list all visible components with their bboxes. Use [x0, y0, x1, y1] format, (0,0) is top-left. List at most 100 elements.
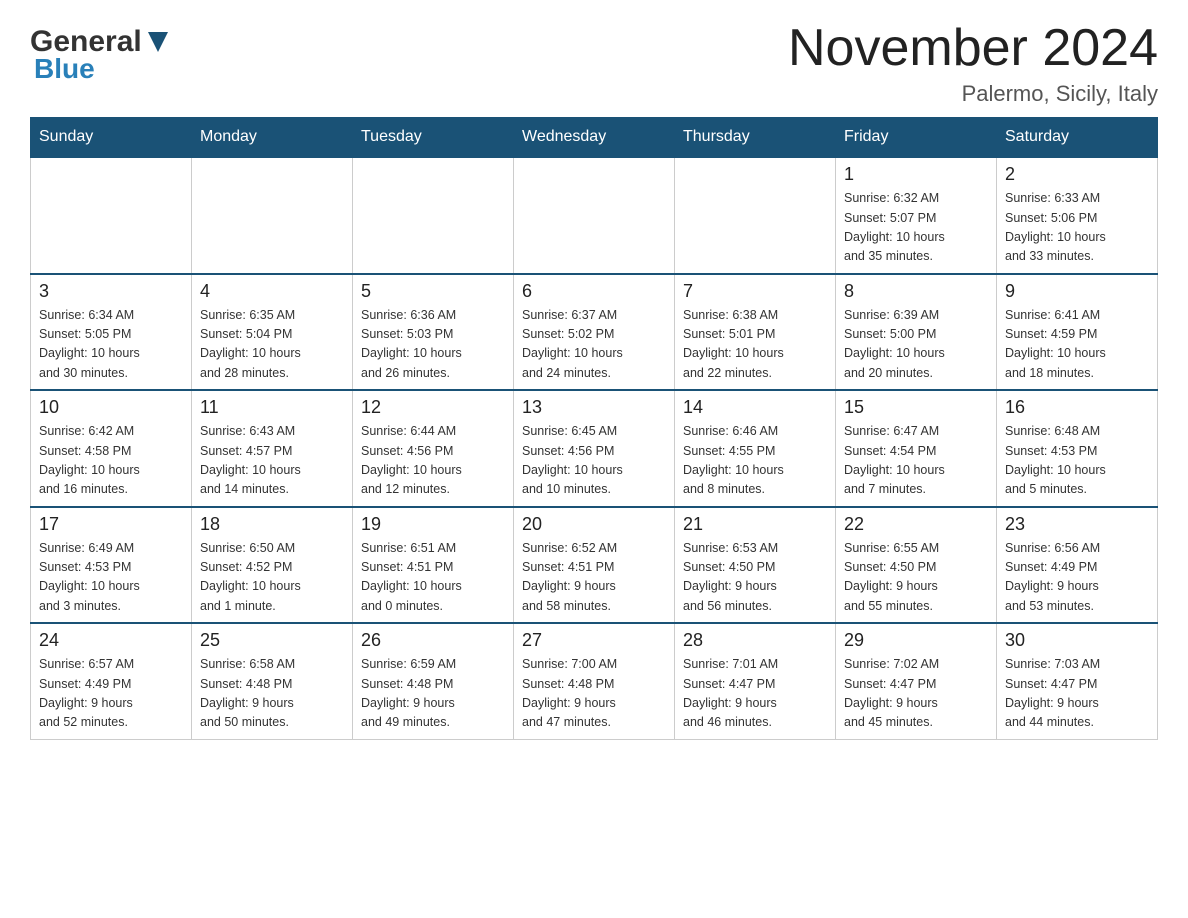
calendar-cell: 24 Sunrise: 6:57 AM Sunset: 4:49 PM Dayli…	[31, 623, 192, 739]
calendar-week-row: 17 Sunrise: 6:49 AM Sunset: 4:53 PM Dayli…	[31, 507, 1158, 624]
day-info: Sunrise: 6:53 AM Sunset: 4:50 PM Dayligh…	[683, 539, 827, 617]
col-thursday: Thursday	[675, 118, 836, 158]
day-number: 19	[361, 514, 505, 535]
day-number: 24	[39, 630, 183, 651]
day-number: 8	[844, 281, 988, 302]
calendar-cell: 14 Sunrise: 6:46 AM Sunset: 4:55 PM Dayli…	[675, 390, 836, 507]
logo: General Blue	[30, 20, 172, 85]
calendar-cell	[353, 157, 514, 274]
day-number: 13	[522, 397, 666, 418]
day-info: Sunrise: 7:02 AM Sunset: 4:47 PM Dayligh…	[844, 655, 988, 733]
page-title: November 2024	[788, 20, 1158, 77]
calendar-cell: 22 Sunrise: 6:55 AM Sunset: 4:50 PM Dayli…	[836, 507, 997, 624]
calendar-cell: 5 Sunrise: 6:36 AM Sunset: 5:03 PM Daylig…	[353, 274, 514, 391]
day-info: Sunrise: 6:34 AM Sunset: 5:05 PM Dayligh…	[39, 306, 183, 384]
calendar-cell: 21 Sunrise: 6:53 AM Sunset: 4:50 PM Dayli…	[675, 507, 836, 624]
day-number: 1	[844, 164, 988, 185]
calendar-cell: 27 Sunrise: 7:00 AM Sunset: 4:48 PM Dayli…	[514, 623, 675, 739]
logo-triangle-icon	[144, 28, 172, 56]
calendar-cell	[31, 157, 192, 274]
calendar-week-row: 1Sunrise: 6:32 AM Sunset: 5:07 PM Daylig…	[31, 157, 1158, 274]
calendar-week-row: 24 Sunrise: 6:57 AM Sunset: 4:49 PM Dayli…	[31, 623, 1158, 739]
calendar-cell: 6 Sunrise: 6:37 AM Sunset: 5:02 PM Daylig…	[514, 274, 675, 391]
calendar-cell: 26Sunrise: 6:59 AM Sunset: 4:48 PM Dayli…	[353, 623, 514, 739]
day-number: 15	[844, 397, 988, 418]
title-area: November 2024 Palermo, Sicily, Italy	[788, 20, 1158, 107]
day-number: 6	[522, 281, 666, 302]
day-number: 17	[39, 514, 183, 535]
calendar-cell: 25 Sunrise: 6:58 AM Sunset: 4:48 PM Dayli…	[192, 623, 353, 739]
calendar-table: Sunday Monday Tuesday Wednesday Thursday…	[30, 117, 1158, 740]
day-info: Sunrise: 6:58 AM Sunset: 4:48 PM Dayligh…	[200, 655, 344, 733]
day-info: Sunrise: 6:47 AM Sunset: 4:54 PM Dayligh…	[844, 422, 988, 500]
day-info: Sunrise: 7:01 AM Sunset: 4:47 PM Dayligh…	[683, 655, 827, 733]
day-info: Sunrise: 6:41 AM Sunset: 4:59 PM Dayligh…	[1005, 306, 1149, 384]
day-number: 27	[522, 630, 666, 651]
day-info: Sunrise: 6:37 AM Sunset: 5:02 PM Dayligh…	[522, 306, 666, 384]
day-info: Sunrise: 6:38 AM Sunset: 5:01 PM Dayligh…	[683, 306, 827, 384]
calendar-cell: 16 Sunrise: 6:48 AM Sunset: 4:53 PM Dayli…	[997, 390, 1158, 507]
day-number: 30	[1005, 630, 1149, 651]
day-info: Sunrise: 7:03 AM Sunset: 4:47 PM Dayligh…	[1005, 655, 1149, 733]
day-info: Sunrise: 6:52 AM Sunset: 4:51 PM Dayligh…	[522, 539, 666, 617]
day-number: 22	[844, 514, 988, 535]
calendar-cell	[675, 157, 836, 274]
day-number: 25	[200, 630, 344, 651]
day-info: Sunrise: 6:39 AM Sunset: 5:00 PM Dayligh…	[844, 306, 988, 384]
calendar-cell: 2 Sunrise: 6:33 AM Sunset: 5:06 PM Daylig…	[997, 157, 1158, 274]
day-info: Sunrise: 6:43 AM Sunset: 4:57 PM Dayligh…	[200, 422, 344, 500]
day-info: Sunrise: 6:50 AM Sunset: 4:52 PM Dayligh…	[200, 539, 344, 617]
day-number: 10	[39, 397, 183, 418]
calendar-cell: 4Sunrise: 6:35 AM Sunset: 5:04 PM Daylig…	[192, 274, 353, 391]
day-number: 7	[683, 281, 827, 302]
day-number: 4	[200, 281, 344, 302]
day-number: 28	[683, 630, 827, 651]
calendar-cell	[192, 157, 353, 274]
calendar-cell: 12Sunrise: 6:44 AM Sunset: 4:56 PM Dayli…	[353, 390, 514, 507]
col-saturday: Saturday	[997, 118, 1158, 158]
day-info: Sunrise: 6:36 AM Sunset: 5:03 PM Dayligh…	[361, 306, 505, 384]
col-monday: Monday	[192, 118, 353, 158]
day-number: 9	[1005, 281, 1149, 302]
page-header: General Blue November 2024 Palermo, Sici…	[30, 20, 1158, 107]
day-info: Sunrise: 6:48 AM Sunset: 4:53 PM Dayligh…	[1005, 422, 1149, 500]
calendar-cell: 20Sunrise: 6:52 AM Sunset: 4:51 PM Dayli…	[514, 507, 675, 624]
calendar-cell: 9 Sunrise: 6:41 AM Sunset: 4:59 PM Daylig…	[997, 274, 1158, 391]
calendar-cell: 15 Sunrise: 6:47 AM Sunset: 4:54 PM Dayli…	[836, 390, 997, 507]
calendar-cell: 28 Sunrise: 7:01 AM Sunset: 4:47 PM Dayli…	[675, 623, 836, 739]
calendar-cell: 19 Sunrise: 6:51 AM Sunset: 4:51 PM Dayli…	[353, 507, 514, 624]
day-info: Sunrise: 7:00 AM Sunset: 4:48 PM Dayligh…	[522, 655, 666, 733]
day-info: Sunrise: 6:33 AM Sunset: 5:06 PM Dayligh…	[1005, 189, 1149, 267]
day-number: 11	[200, 397, 344, 418]
day-info: Sunrise: 6:51 AM Sunset: 4:51 PM Dayligh…	[361, 539, 505, 617]
day-info: Sunrise: 6:49 AM Sunset: 4:53 PM Dayligh…	[39, 539, 183, 617]
calendar-cell: 23 Sunrise: 6:56 AM Sunset: 4:49 PM Dayli…	[997, 507, 1158, 624]
day-info: Sunrise: 6:56 AM Sunset: 4:49 PM Dayligh…	[1005, 539, 1149, 617]
day-info: Sunrise: 6:57 AM Sunset: 4:49 PM Dayligh…	[39, 655, 183, 733]
day-number: 2	[1005, 164, 1149, 185]
calendar-cell: 17 Sunrise: 6:49 AM Sunset: 4:53 PM Dayli…	[31, 507, 192, 624]
day-number: 14	[683, 397, 827, 418]
day-info: Sunrise: 6:44 AM Sunset: 4:56 PM Dayligh…	[361, 422, 505, 500]
calendar-cell: 18 Sunrise: 6:50 AM Sunset: 4:52 PM Dayli…	[192, 507, 353, 624]
day-number: 23	[1005, 514, 1149, 535]
day-number: 16	[1005, 397, 1149, 418]
calendar-cell: 8 Sunrise: 6:39 AM Sunset: 5:00 PM Daylig…	[836, 274, 997, 391]
calendar-cell: 10 Sunrise: 6:42 AM Sunset: 4:58 PM Dayli…	[31, 390, 192, 507]
calendar-week-row: 10 Sunrise: 6:42 AM Sunset: 4:58 PM Dayli…	[31, 390, 1158, 507]
day-number: 3	[39, 281, 183, 302]
day-info: Sunrise: 6:55 AM Sunset: 4:50 PM Dayligh…	[844, 539, 988, 617]
calendar-header-row: Sunday Monday Tuesday Wednesday Thursday…	[31, 118, 1158, 158]
calendar-cell: 11 Sunrise: 6:43 AM Sunset: 4:57 PM Dayli…	[192, 390, 353, 507]
day-number: 21	[683, 514, 827, 535]
col-wednesday: Wednesday	[514, 118, 675, 158]
day-info: Sunrise: 6:42 AM Sunset: 4:58 PM Dayligh…	[39, 422, 183, 500]
day-number: 18	[200, 514, 344, 535]
day-info: Sunrise: 6:46 AM Sunset: 4:55 PM Dayligh…	[683, 422, 827, 500]
calendar-cell: 13 Sunrise: 6:45 AM Sunset: 4:56 PM Dayli…	[514, 390, 675, 507]
page-subtitle: Palermo, Sicily, Italy	[788, 81, 1158, 107]
calendar-cell: 1Sunrise: 6:32 AM Sunset: 5:07 PM Daylig…	[836, 157, 997, 274]
col-sunday: Sunday	[31, 118, 192, 158]
day-number: 5	[361, 281, 505, 302]
day-info: Sunrise: 6:45 AM Sunset: 4:56 PM Dayligh…	[522, 422, 666, 500]
